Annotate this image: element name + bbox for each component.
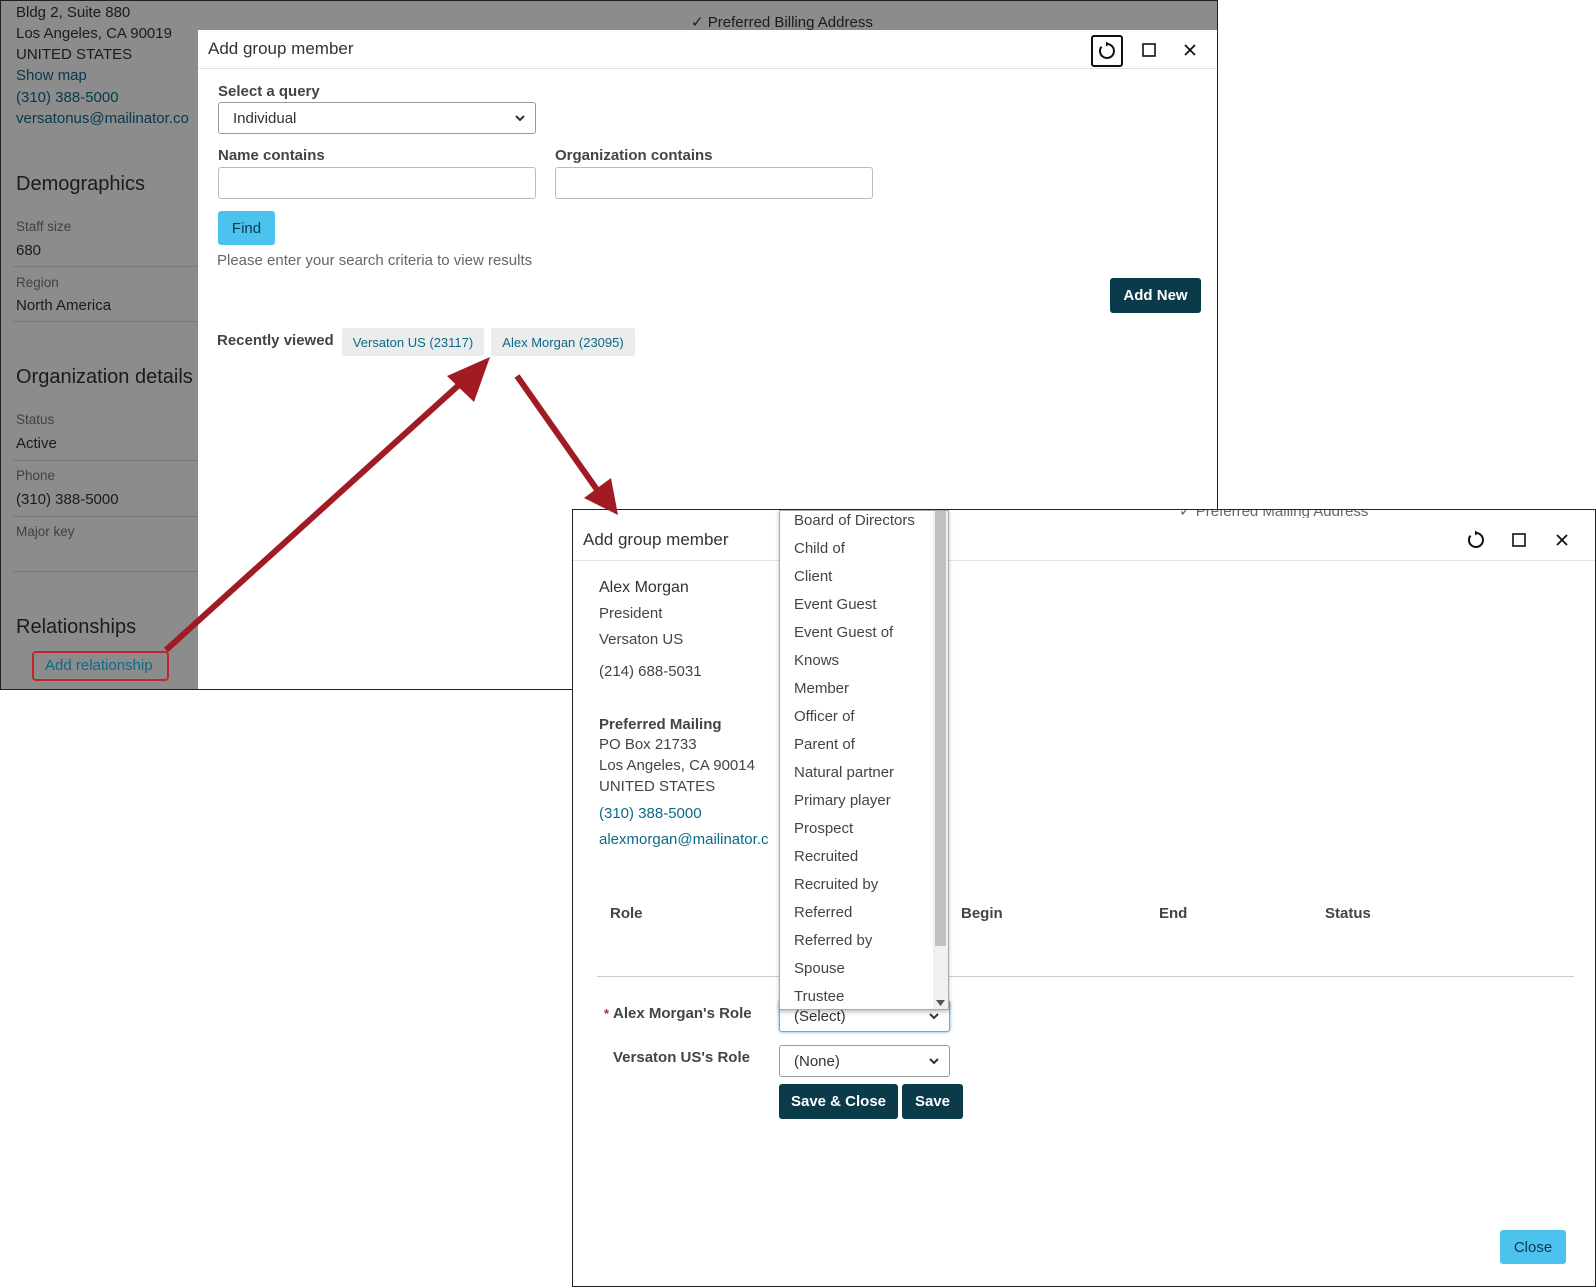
arrow-to-recent-items — [163, 381, 463, 653]
callout-arrows — [163, 357, 618, 653]
arrow-to-member-dialog — [514, 374, 603, 496]
arrow-head — [447, 357, 490, 402]
